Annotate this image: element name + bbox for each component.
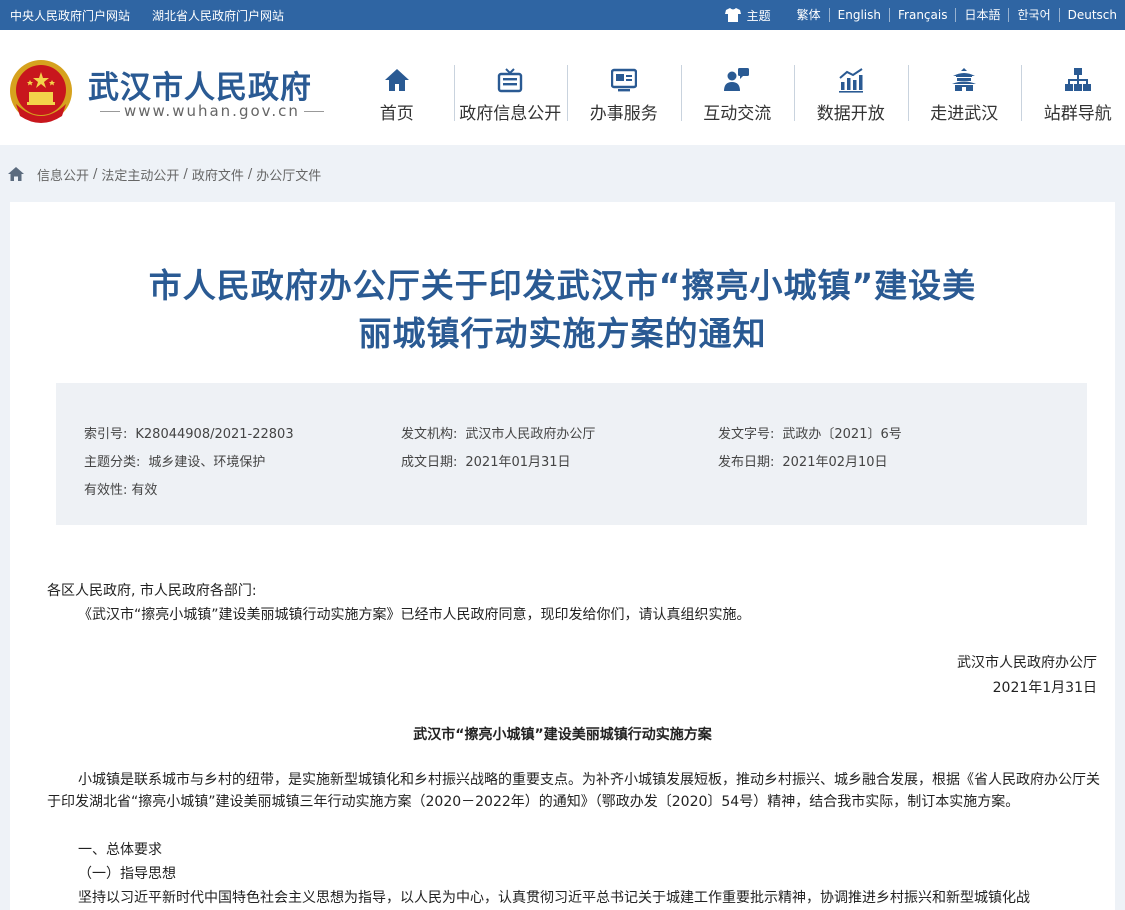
paragraph: 坚持以习近平新时代中国特色社会主义思想为指导，以人民为中心，认真贯彻习近平总书记… — [78, 890, 1030, 906]
meta-key: 成文日期: — [401, 455, 458, 470]
nav-about-wuhan[interactable]: 走进武汉 — [907, 65, 1022, 124]
meta-key: 发布日期: — [718, 455, 775, 470]
lang-english[interactable]: English — [828, 8, 889, 22]
top-bar: 中央人民政府门户网站 湖北省人民政府门户网站 主题 繁体 English Fra… — [0, 0, 1125, 30]
lang-japanese[interactable]: 日本語 — [955, 8, 1008, 22]
breadcrumb-info-disclosure[interactable]: 信息公开 — [37, 165, 89, 184]
meta-written-date: 成文日期: 2021年01月31日 — [401, 451, 571, 470]
meta-value: K28044908/2021-22803 — [135, 427, 294, 442]
lang-korean[interactable]: 한국어 — [1008, 8, 1058, 22]
nav-sitemap[interactable]: 站群导航 — [1021, 65, 1125, 124]
nav-label: 互动交流 — [703, 104, 772, 124]
nav-divider — [794, 65, 795, 121]
site-header: 武汉市人民政府 www.wuhan.gov.cn 首页 政府信息公开 办事服务 … — [0, 30, 1125, 145]
nav-info-disclosure[interactable]: 政府信息公开 — [453, 65, 568, 124]
nav-label: 站群导航 — [1043, 104, 1112, 124]
intro-text: 《武汉市“擦亮小城镇”建设美丽城镇行动实施方案》已经市人民政府同意，现印发给你们… — [78, 607, 751, 623]
nav-interaction[interactable]: 互动交流 — [680, 65, 795, 124]
meta-value: 武政办〔2021〕6号 — [782, 427, 902, 442]
national-emblem-icon[interactable] — [8, 58, 74, 126]
sitemap-icon — [1064, 68, 1091, 91]
signature-org: 武汉市人民政府办公厅 — [957, 655, 1097, 671]
document-title-line: 市人民政府办公厅关于印发武汉市“擦亮小城镇”建设美 — [148, 266, 977, 305]
link-central-gov[interactable]: 中央人民政府门户网站 — [10, 7, 130, 24]
interaction-icon — [724, 68, 750, 91]
nav-service[interactable]: 办事服务 — [567, 65, 681, 124]
top-links: 中央人民政府门户网站 湖北省人民政府门户网站 — [10, 0, 284, 30]
shirt-icon — [724, 8, 741, 22]
meta-topic: 主题分类: 城乡建设、环境保护 — [84, 451, 265, 470]
breadcrumb-office-docs[interactable]: 办公厅文件 — [256, 165, 321, 184]
nav-home[interactable]: 首页 — [340, 65, 454, 124]
meta-value: 武汉市人民政府办公厅 — [465, 427, 596, 442]
paragraph: 小城镇是联系城市与乡村的纽带，是实施新型城镇化和乡村振兴战略的重要支点。为补齐小… — [47, 772, 1100, 810]
lang-traditional[interactable]: 繁体 — [789, 8, 829, 22]
theme-switch[interactable]: 主题 — [724, 7, 789, 24]
signature-date: 2021年1月31日 — [992, 680, 1097, 696]
meta-value: 有效 — [131, 483, 158, 498]
meta-published-date: 发布日期: 2021年02月10日 — [718, 451, 888, 470]
nav-divider — [1021, 65, 1022, 121]
meta-validity: 有效性: 有效 — [84, 479, 157, 498]
meta-key: 有效性: — [84, 483, 128, 498]
nav-label: 政府信息公开 — [459, 104, 562, 124]
document-title: 市人民政府办公厅关于印发武汉市“擦亮小城镇”建设美 丽城镇行动实施方案的通知 — [50, 262, 1075, 358]
breadcrumb-statutory[interactable]: 法定主动公开 — [101, 165, 179, 184]
meta-key: 索引号: — [84, 427, 128, 442]
nav-label: 办事服务 — [589, 104, 658, 124]
subsection-heading: （一）指导思想 — [78, 866, 176, 882]
data-chart-icon — [838, 68, 863, 93]
nav-label: 首页 — [379, 104, 414, 124]
theme-label: 主题 — [746, 8, 771, 23]
meta-key: 主题分类: — [84, 455, 141, 470]
nav-label: 数据开放 — [816, 104, 885, 124]
meta-value: 2021年02月10日 — [782, 455, 888, 470]
breadcrumb: 信息公开 / 法定主动公开 / 政府文件 / 办公厅文件 — [8, 164, 321, 184]
document-meta: 索引号: K28044908/2021-22803 发文机构: 武汉市人民政府办公厅… — [56, 383, 1087, 525]
pavilion-icon — [952, 68, 977, 91]
breadcrumb-separator: / — [93, 166, 98, 182]
meta-index: 索引号: K28044908/2021-22803 — [84, 423, 294, 442]
plan-title: 武汉市“擦亮小城镇”建设美丽城镇行动实施方案 — [413, 727, 712, 743]
language-bar: 主题 繁体 English Français 日本語 한국어 Deutsch — [724, 0, 1125, 30]
salutation: 各区人民政府, 市人民政府各部门: — [47, 583, 257, 599]
breadcrumb-separator: / — [247, 166, 253, 182]
nav-data-open[interactable]: 数据开放 — [794, 65, 908, 124]
breadcrumb-separator: / — [183, 166, 188, 182]
nav-divider — [453, 65, 455, 121]
service-icon — [610, 68, 637, 92]
info-disclosure-icon — [498, 68, 523, 93]
nav-divider — [680, 65, 682, 121]
meta-value: 城乡建设、环境保护 — [148, 455, 266, 470]
meta-key: 发文机构: — [401, 427, 458, 442]
home-icon — [384, 69, 409, 91]
lang-german[interactable]: Deutsch — [1058, 8, 1125, 22]
nav-divider — [907, 65, 909, 121]
main-nav: 首页 政府信息公开 办事服务 互动交流 数据开放 走进武汉 站群导航 — [340, 65, 1125, 124]
link-hubei-gov[interactable]: 湖北省人民政府门户网站 — [152, 7, 284, 24]
section-heading: 一、总体要求 — [78, 842, 162, 858]
meta-doc-number: 发文字号: 武政办〔2021〕6号 — [718, 423, 902, 442]
home-icon[interactable] — [8, 167, 24, 181]
lang-french[interactable]: Français — [889, 8, 955, 22]
nav-divider — [567, 65, 568, 121]
meta-key: 发文字号: — [718, 427, 775, 442]
document-title-line: 丽城镇行动实施方案的通知 — [358, 314, 767, 353]
site-url: www.wuhan.gov.cn — [96, 102, 328, 120]
document-panel: 市人民政府办公厅关于印发武汉市“擦亮小城镇”建设美 丽城镇行动实施方案的通知 索… — [10, 202, 1115, 910]
meta-issuer: 发文机构: 武汉市人民政府办公厅 — [401, 423, 595, 442]
meta-value: 2021年01月31日 — [465, 455, 571, 470]
site-name[interactable]: 武汉市人民政府 — [88, 62, 312, 107]
breadcrumb-gov-docs[interactable]: 政府文件 — [192, 165, 244, 184]
nav-label: 走进武汉 — [930, 104, 999, 124]
